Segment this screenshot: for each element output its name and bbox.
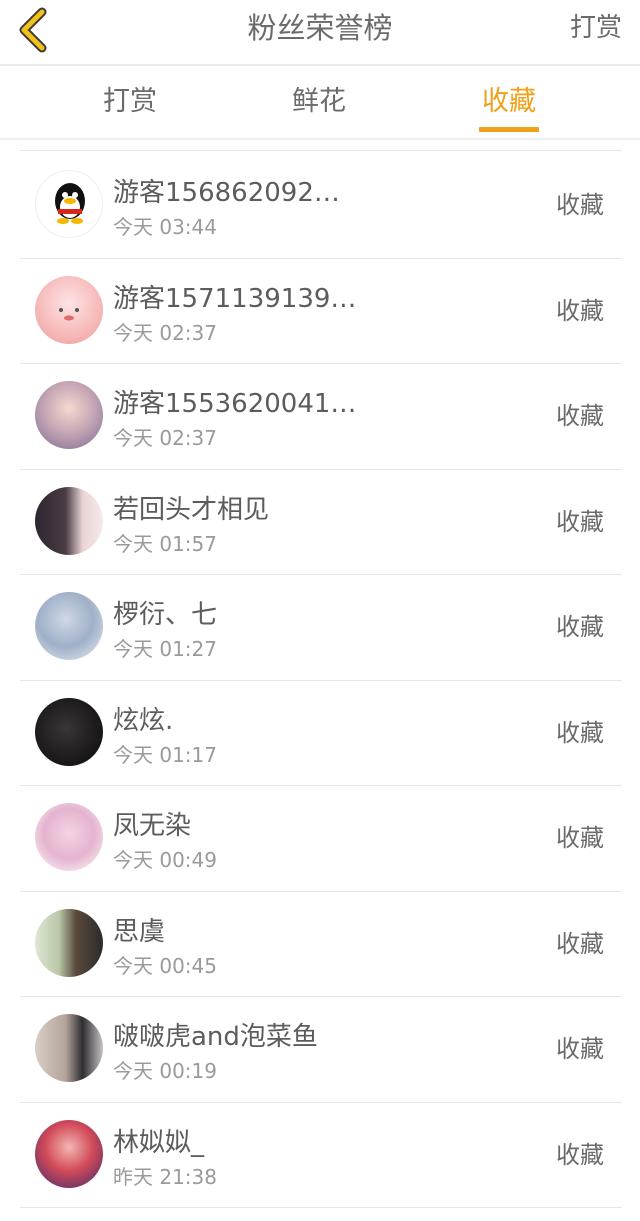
tabs-divider [0,138,640,140]
avatar[interactable] [35,1119,103,1188]
favorite-label: 收藏 [556,1035,604,1063]
favorite-label: 收藏 [556,824,604,852]
timestamp: 今天 03:44 [113,215,217,239]
favorite-label: 收藏 [556,507,604,536]
avatar[interactable] [35,592,103,660]
list-item[interactable]: 游客156862092… 今天 03:44 收藏 [0,153,640,259]
reward-button[interactable]: 打赏 [570,0,622,56]
list-item[interactable]: 凤无染 今天 00:49 收藏 [0,786,640,892]
list-item[interactable]: 游客1571139139… 今天 02:37 收藏 [0,259,640,364]
row-divider [20,1207,622,1208]
timestamp: 今天 00:49 [113,848,217,872]
avatar[interactable] [35,1014,103,1082]
favorite-label: 收藏 [556,929,604,958]
avatar[interactable] [35,697,103,766]
list-item[interactable]: 椤衍、七 今天 01:27 收藏 [0,575,640,681]
timestamp: 昨天 21:38 [113,1164,217,1189]
top-bar: 粉丝荣誉榜 打赏 [0,0,640,66]
list-item[interactable]: 炫炫. 今天 01:17 收藏 [0,681,640,786]
avatar[interactable] [35,381,103,449]
avatar[interactable] [35,803,103,871]
favorite-label: 收藏 [556,402,604,430]
user-name: 凤无染 [113,811,192,841]
list-item[interactable]: 若回头才相见 今天 01:57 收藏 [0,470,640,575]
timestamp: 今天 00:19 [113,1059,217,1083]
user-name: 游客1553620041… [113,389,357,419]
tab-flowers[interactable]: 鲜花 [259,66,379,138]
list-item[interactable]: 啵啵虎and泡菜鱼 今天 00:19 收藏 [0,997,640,1103]
avatar[interactable] [35,908,103,977]
user-name: 炫炫. [113,705,174,736]
favorite-label: 收藏 [556,296,604,325]
timestamp: 今天 01:27 [113,637,217,661]
favorite-label: 收藏 [556,718,604,747]
page-title: 粉丝荣誉榜 [247,11,393,45]
user-name: 若回头才相见 [113,494,270,525]
user-name: 思虞 [113,916,166,947]
tab-label: 鲜花 [292,86,346,117]
tab-favorites[interactable]: 收藏 [449,66,569,138]
user-name: 游客1571139139… [113,283,357,314]
avatar[interactable] [35,486,103,555]
timestamp: 今天 01:57 [113,531,217,556]
list-item[interactable]: 林姒姒_ 昨天 21:38 收藏 [0,1103,640,1208]
favorite-label: 收藏 [556,1140,604,1169]
favorite-label: 收藏 [556,191,604,219]
user-name: 椤衍、七 [113,600,218,630]
fan-list: 游客156862092… 今天 03:44 收藏 游客1571139139… 今… [0,153,640,1208]
avatar[interactable] [35,170,103,238]
user-name: 游客156862092… [113,178,340,208]
list-top-divider [20,150,622,151]
favorite-label: 收藏 [556,613,604,641]
active-tab-indicator [479,127,539,132]
list-item[interactable]: 思虞 今天 00:45 收藏 [0,892,640,997]
timestamp: 今天 02:37 [113,426,217,450]
list-item[interactable]: 游客1553620041… 今天 02:37 收藏 [0,364,640,470]
user-name: 林姒姒_ [113,1127,205,1158]
penguin-icon [55,183,85,224]
user-name: 啵啵虎and泡菜鱼 [113,1022,318,1052]
avatar[interactable] [35,275,103,344]
timestamp: 今天 02:37 [113,320,217,345]
pink-cartoon-icon [59,307,79,320]
tab-bar: 打赏 鲜花 收藏 [0,66,640,138]
tab-label: 打赏 [103,86,157,117]
timestamp: 今天 00:45 [113,953,217,978]
timestamp: 今天 01:17 [113,742,217,767]
tab-reward[interactable]: 打赏 [70,66,190,138]
tab-label: 收藏 [482,86,536,117]
